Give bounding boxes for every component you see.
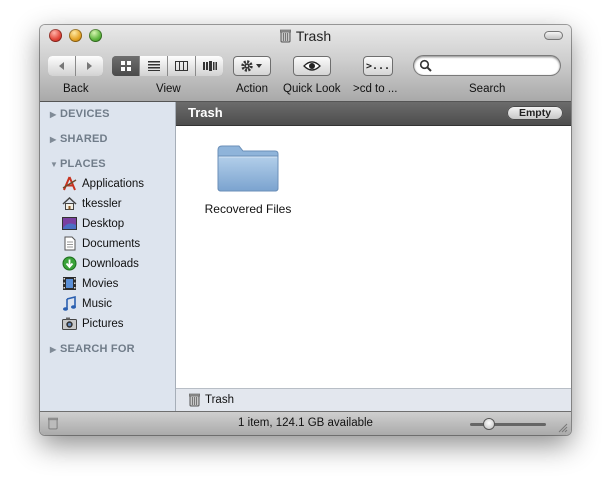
gear-icon	[241, 60, 262, 72]
empty-trash-button[interactable]: Empty	[507, 106, 563, 120]
back-label: Back	[63, 83, 89, 95]
cover-flow-button[interactable]	[195, 56, 223, 76]
file-browser: Recovered Files	[176, 126, 571, 388]
search-field[interactable]	[414, 56, 560, 75]
search-input[interactable]	[433, 58, 555, 73]
sidebar-section-devices[interactable]: ▶ DEVICES	[50, 108, 110, 120]
documents-icon	[62, 236, 77, 251]
applications-icon	[62, 176, 77, 191]
quick-look-label: Quick Look	[283, 83, 341, 95]
back-button[interactable]	[48, 56, 75, 76]
icon-view-icon	[120, 61, 131, 71]
disclosure-triangle-icon: ▶	[50, 110, 57, 119]
column-view-icon	[175, 61, 188, 71]
sidebar-section-places[interactable]: ▼ PLACES	[50, 158, 106, 170]
movies-icon	[62, 276, 77, 291]
disclosure-triangle-open-icon: ▼	[50, 160, 59, 169]
folder-title: Trash	[188, 105, 223, 120]
cover-flow-icon	[202, 61, 217, 71]
cd-to-button[interactable]: >...	[363, 56, 393, 76]
music-icon	[62, 296, 77, 311]
trash-icon	[279, 29, 292, 46]
list-view-button[interactable]	[139, 56, 167, 76]
view-label: View	[156, 83, 181, 95]
path-bar: Trash	[176, 388, 571, 411]
folder-icon	[217, 145, 279, 192]
list-view-icon	[147, 61, 160, 71]
terminal-icon: >...	[365, 60, 391, 72]
disclosure-triangle-icon: ▶	[50, 135, 57, 144]
sidebar-item-desktop[interactable]: Desktop	[62, 216, 124, 231]
sidebar-section-shared[interactable]: ▶ SHARED	[50, 133, 108, 145]
sidebar-section-search-for[interactable]: ▶ SEARCH FOR	[50, 343, 135, 355]
status-bar: 1 item, 124.1 GB available	[40, 411, 571, 435]
eye-icon	[303, 61, 321, 71]
toolbar: Trash >... Back View Action Quick Look >…	[40, 25, 571, 102]
pictures-icon	[62, 316, 77, 331]
view-mode-control	[112, 56, 223, 76]
file-item[interactable]: Recovered Files	[198, 142, 298, 216]
resize-grip-icon[interactable]	[557, 422, 568, 433]
search-label: Search	[469, 83, 506, 95]
path-bar-item[interactable]: Trash	[205, 394, 234, 406]
cd-to-label: >cd to ...	[353, 83, 398, 95]
sidebar-item-movies[interactable]: Movies	[62, 276, 118, 291]
sidebar-item-tkessler[interactable]: tkessler	[62, 196, 122, 211]
sidebar-item-documents[interactable]: Documents	[62, 236, 140, 251]
sidebar-item-downloads[interactable]: Downloads	[62, 256, 139, 271]
sidebar-item-music[interactable]: Music	[62, 296, 112, 311]
forward-button[interactable]	[75, 56, 103, 76]
downloads-icon	[62, 256, 77, 271]
home-icon	[62, 196, 77, 211]
icon-size-slider[interactable]	[470, 419, 546, 429]
search-icon	[419, 59, 432, 72]
action-label: Action	[236, 83, 268, 95]
sidebar-item-applications[interactable]: Applications	[62, 176, 144, 191]
desktop-icon	[62, 216, 77, 231]
back-forward-control	[48, 56, 103, 76]
file-name: Recovered Files	[204, 202, 292, 216]
toolbar-toggle-button[interactable]	[544, 31, 563, 40]
trash-icon	[189, 393, 200, 407]
icon-view-button[interactable]	[112, 56, 139, 76]
finder-window: Trash >... Back View Action Quick Look >…	[40, 25, 571, 435]
disclosure-triangle-icon: ▶	[50, 345, 57, 354]
window-title: Trash	[40, 28, 571, 46]
sidebar-item-pictures[interactable]: Pictures	[62, 316, 124, 331]
quick-look-button[interactable]	[293, 56, 331, 76]
sidebar: ▶ DEVICES ▶ SHARED ▼ PLACES Applications tk…	[40, 102, 176, 411]
action-menu-button[interactable]	[233, 56, 271, 76]
slider-knob[interactable]	[484, 419, 494, 429]
folder-header: Trash Empty	[176, 102, 571, 126]
column-view-button[interactable]	[167, 56, 195, 76]
